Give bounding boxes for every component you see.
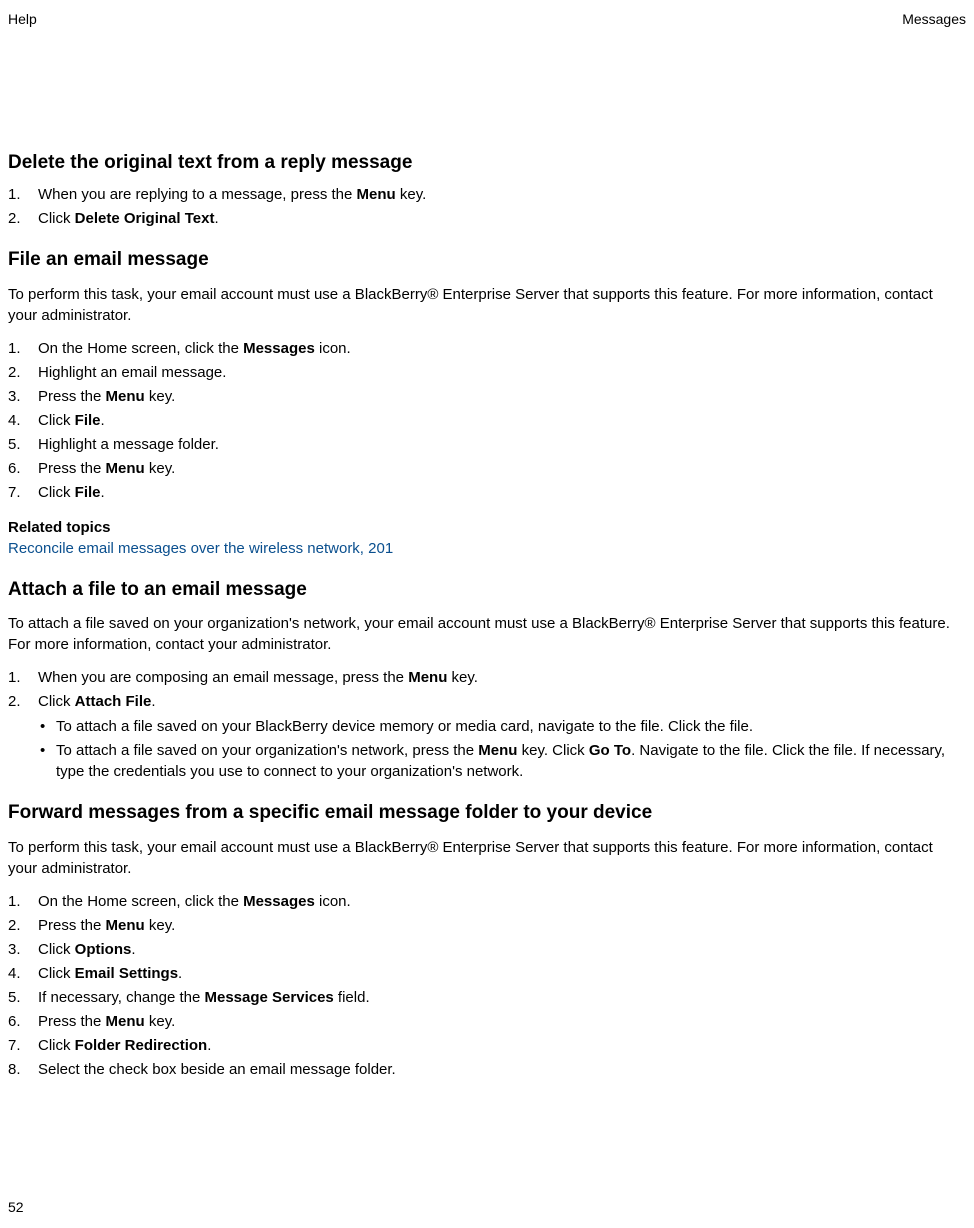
list-item: Click Folder Redirection.: [8, 1035, 966, 1056]
step-text: icon.: [315, 893, 351, 910]
step-text: Click: [38, 484, 75, 501]
step-text: key.: [145, 460, 176, 477]
steps-delete-original: When you are replying to a message, pres…: [8, 184, 966, 229]
step-text: .: [131, 941, 135, 958]
step-text: When you are composing an email message,…: [38, 669, 408, 686]
list-item: If necessary, change the Message Service…: [8, 987, 966, 1008]
list-item: Press the Menu key.: [8, 1011, 966, 1032]
step-text: .: [101, 412, 105, 429]
step-text: Press the: [38, 388, 106, 405]
list-item: When you are replying to a message, pres…: [8, 184, 966, 205]
bullet-text: To attach a file saved on your BlackBerr…: [56, 718, 753, 735]
bullet-bold: Go To: [589, 742, 631, 759]
step-text: On the Home screen, click the: [38, 340, 243, 357]
step-text: .: [101, 484, 105, 501]
step-bold: Messages: [243, 340, 315, 357]
related-topic-link[interactable]: Reconcile email messages over the wirele…: [8, 540, 393, 557]
section-intro: To perform this task, your email account…: [8, 284, 966, 326]
step-bold: File: [75, 412, 101, 429]
list-item: When you are composing an email message,…: [8, 667, 966, 688]
list-item: Select the check box beside an email mes…: [8, 1059, 966, 1080]
steps-file-email: On the Home screen, click the Messages i…: [8, 338, 966, 503]
step-bold: Delete Original Text: [75, 210, 215, 227]
list-item: To attach a file saved on your organizat…: [38, 740, 966, 782]
step-bold: Message Services: [205, 989, 334, 1006]
list-item: Click Delete Original Text.: [8, 208, 966, 229]
list-item: Press the Menu key.: [8, 386, 966, 407]
section-intro: To attach a file saved on your organizat…: [8, 613, 966, 655]
step-text: key.: [145, 1013, 176, 1030]
step-text: key.: [447, 669, 478, 686]
section-title-attach-file: Attach a file to an email message: [8, 577, 966, 604]
step-text: .: [207, 1037, 211, 1054]
step-text: .: [214, 210, 218, 227]
step-bold: Menu: [357, 186, 396, 203]
step-text: When you are replying to a message, pres…: [38, 186, 357, 203]
header-right: Messages: [902, 10, 966, 30]
step-text: Click: [38, 210, 75, 227]
related-topics-heading: Related topics: [8, 517, 966, 538]
list-item: Click Options.: [8, 939, 966, 960]
step-text: icon.: [315, 340, 351, 357]
step-text: .: [151, 693, 155, 710]
step-text: key.: [145, 917, 176, 934]
step-text: key.: [396, 186, 427, 203]
header-left: Help: [8, 10, 37, 30]
step-bold: Folder Redirection: [75, 1037, 208, 1054]
list-item: Highlight a message folder.: [8, 434, 966, 455]
step-text: field.: [334, 989, 370, 1006]
step-text: Click: [38, 965, 75, 982]
list-item: Press the Menu key.: [8, 458, 966, 479]
step-bold: Menu: [408, 669, 447, 686]
list-item: On the Home screen, click the Messages i…: [8, 891, 966, 912]
list-item: Highlight an email message.: [8, 362, 966, 383]
step-bold: Menu: [106, 1013, 145, 1030]
step-text: Highlight a message folder.: [38, 436, 219, 453]
step-text: Highlight an email message.: [38, 364, 226, 381]
step-bold: Menu: [106, 460, 145, 477]
section-title-delete-original: Delete the original text from a reply me…: [8, 150, 966, 177]
step-text: Press the: [38, 917, 106, 934]
steps-attach-file: When you are composing an email message,…: [8, 667, 966, 782]
list-item: Click Attach File. To attach a file save…: [8, 691, 966, 782]
step-bold: Attach File: [75, 693, 152, 710]
step-text: Press the: [38, 460, 106, 477]
step-text: Select the check box beside an email mes…: [38, 1061, 396, 1078]
step-bold: Menu: [106, 917, 145, 934]
step-text: Press the: [38, 1013, 106, 1030]
step-text: .: [178, 965, 182, 982]
list-item: Press the Menu key.: [8, 915, 966, 936]
step-text: Click: [38, 941, 75, 958]
page-header: Help Messages: [8, 10, 966, 30]
page-number: 52: [8, 1198, 24, 1218]
step-bold: Menu: [106, 388, 145, 405]
step-text: key.: [145, 388, 176, 405]
bullet-text: To attach a file saved on your organizat…: [56, 742, 478, 759]
step-bold: File: [75, 484, 101, 501]
section-intro: To perform this task, your email account…: [8, 837, 966, 879]
sub-bullets: To attach a file saved on your BlackBerr…: [38, 716, 966, 782]
steps-forward-messages: On the Home screen, click the Messages i…: [8, 891, 966, 1080]
section-title-forward-messages: Forward messages from a specific email m…: [8, 800, 966, 827]
step-bold: Options: [75, 941, 132, 958]
step-text: Click: [38, 693, 75, 710]
step-bold: Messages: [243, 893, 315, 910]
list-item: On the Home screen, click the Messages i…: [8, 338, 966, 359]
section-title-file-email: File an email message: [8, 247, 966, 274]
step-bold: Email Settings: [75, 965, 178, 982]
list-item: Click File.: [8, 410, 966, 431]
bullet-bold: Menu: [478, 742, 517, 759]
list-item: Click File.: [8, 482, 966, 503]
step-text: On the Home screen, click the: [38, 893, 243, 910]
step-text: Click: [38, 1037, 75, 1054]
list-item: Click Email Settings.: [8, 963, 966, 984]
step-text: If necessary, change the: [38, 989, 205, 1006]
step-text: Click: [38, 412, 75, 429]
bullet-text: key. Click: [517, 742, 588, 759]
list-item: To attach a file saved on your BlackBerr…: [38, 716, 966, 737]
